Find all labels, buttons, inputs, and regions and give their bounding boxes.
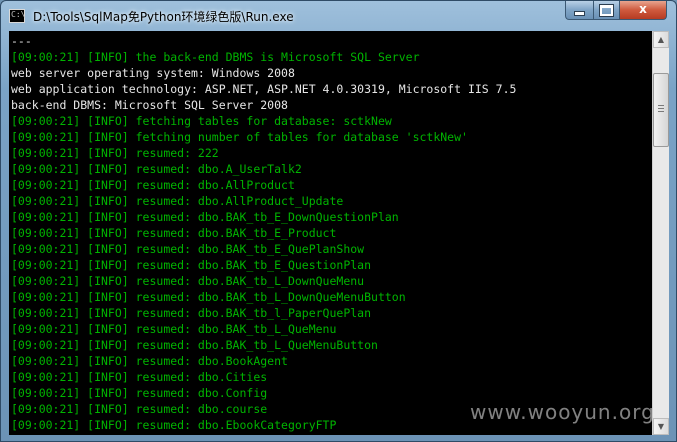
scroll-thumb[interactable] [653,73,669,147]
minimize-icon [574,11,585,16]
console-line: --- [11,34,32,48]
console-line: web application technology: ASP.NET, ASP… [11,82,517,96]
console-line: [09:00:21] [INFO] resumed: dbo.Config [11,386,268,400]
console-line: [09:00:21] [INFO] resumed: dbo.BAK_tb_L_… [11,290,406,304]
console-line: [09:00:21] [INFO] resumed: dbo.Cities [11,370,268,384]
console-line: [09:00:21] [INFO] resumed: dbo.BAK_tb_E_… [11,258,372,272]
window-title: D:\Tools\SqlMap免Python环境绿色版\Run.exe [33,10,294,24]
console-line: back-end DBMS: Microsoft SQL Server 2008 [11,98,288,112]
console-line: [09:00:21] [INFO] resumed: dbo.BAK_tb_E_… [11,242,365,256]
scroll-up-button[interactable]: ▲ [653,31,669,48]
console-app-icon[interactable]: C:\ [9,9,25,23]
watermark: www.wooyun.org [470,400,655,424]
console-line: [09:00:21] [INFO] resumed: dbo.EbookCate… [11,418,337,432]
console-line: [09:00:21] [INFO] resumed: dbo.BAK_tb_L_… [11,322,337,336]
console-line: [09:00:21] [INFO] resumed: dbo.AllProduc… [11,178,295,192]
console-output[interactable]: --- [09:00:21] [INFO] the back-end DBMS i… [9,31,652,435]
console-line: [09:00:21] [INFO] fetching tables for da… [11,114,392,128]
maximize-button[interactable] [593,1,620,20]
console-line: [09:00:21] [INFO] resumed: dbo.course [11,402,268,416]
console-line: [09:00:21] [INFO] the back-end DBMS is M… [11,50,420,64]
scroll-up-arrow-icon: ▲ [657,35,665,44]
console-line: web server operating system: Windows 200… [11,66,295,80]
scroll-down-button[interactable]: ▼ [653,418,669,435]
vertical-scrollbar[interactable]: ▲ ▼ [652,31,669,435]
minimize-button[interactable] [565,1,594,20]
title-bar[interactable]: C:\ D:\Tools\SqlMap免Python环境绿色版\Run.exe … [1,1,676,31]
console-line: [09:00:21] [INFO] resumed: dbo.A_UserTal… [11,162,302,176]
maximize-icon [599,4,614,17]
console-line: [09:00:21] [INFO] resumed: dbo.BookAgent [11,354,288,368]
console-line: [09:00:21] [INFO] resumed: 222 [11,146,219,160]
console-line: [09:00:21] [INFO] fetching number of tab… [11,130,468,144]
close-button[interactable]: x [619,1,667,20]
console-line: [09:00:21] [INFO] resumed: dbo.BAK_tb_E_… [11,210,399,224]
scroll-down-arrow-icon: ▼ [657,422,665,431]
console-line: [09:00:21] [INFO] resumed: dbo.BAK_tb_E_… [11,226,337,240]
close-icon: x [639,2,647,16]
console-line: [09:00:21] [INFO] resumed: dbo.BAK_tb_l_… [11,306,372,320]
console-line: [09:00:21] [INFO] resumed: dbo.BAK_tb_L_… [11,274,365,288]
console-window: C:\ D:\Tools\SqlMap免Python环境绿色版\Run.exe … [0,0,677,442]
grip-icon [658,105,664,114]
console-line: [09:00:21] [INFO] resumed: dbo.AllProduc… [11,194,344,208]
console-line: [09:00:21] [INFO] resumed: dbo.BAK_tb_L_… [11,338,378,352]
